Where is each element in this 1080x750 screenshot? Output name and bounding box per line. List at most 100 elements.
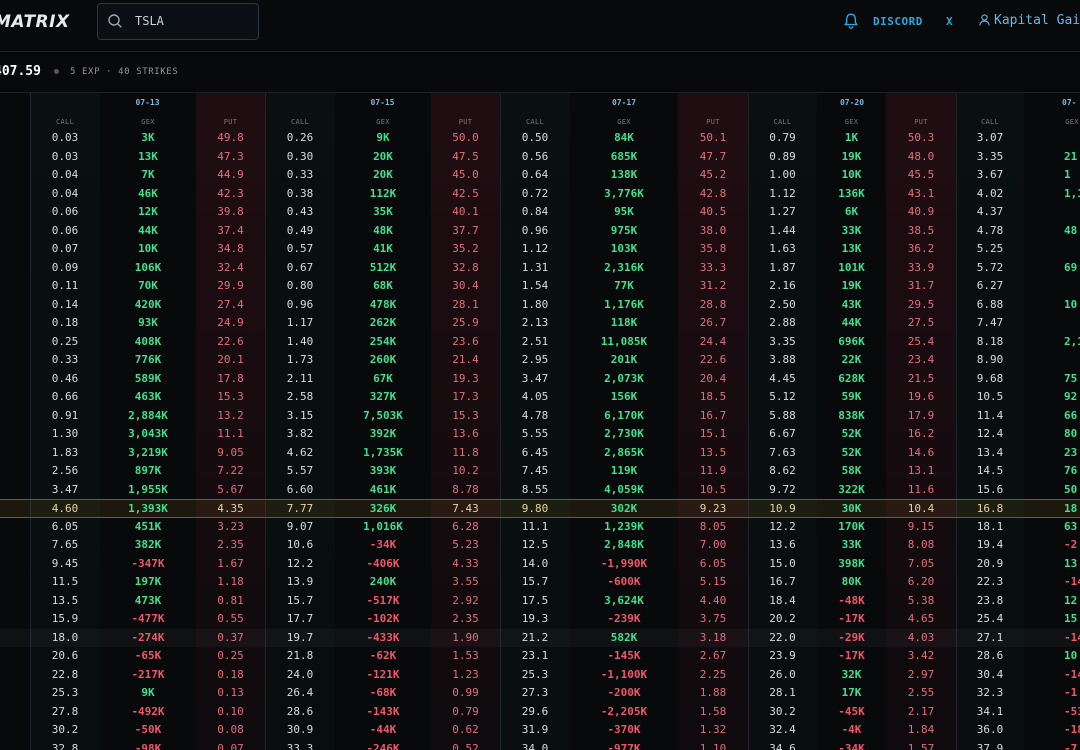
call-column-header: CALL xyxy=(55,118,75,126)
gex-cell: 21 xyxy=(1064,149,1078,163)
call-cell: 1.40 xyxy=(286,334,314,348)
gex-cell: 6,170K xyxy=(604,408,644,422)
put-cell: 33.9 xyxy=(907,260,935,274)
put-column-header: PUT xyxy=(706,118,720,126)
table-row[interactable]: 3.47 1,955K 5.67 6.60 461K 8.78 8.55 4,059K 10.5… xyxy=(0,481,1080,500)
table-row[interactable]: 7.65 382K 2.35 10.6 -34K 5.23 12.5 2,848K 7.00 13… xyxy=(0,536,1080,555)
gex-cell: -53 xyxy=(1064,704,1080,718)
gex-cell: 156K xyxy=(610,390,638,403)
call-cell: 0.03 xyxy=(51,131,79,144)
gex-cell: 1,955K xyxy=(128,482,168,496)
table-row[interactable]: 13.5 473K 0.81 15.7 -517K 2.92 17.5 3,624K 4.40 1… xyxy=(0,592,1080,611)
notifications-bell-icon[interactable] xyxy=(842,12,860,30)
put-cell: 17.9 xyxy=(907,408,935,422)
gex-cell: 12K xyxy=(138,205,158,218)
call-cell: 32.8 xyxy=(51,741,79,750)
gex-cell: 19K xyxy=(841,279,862,292)
table-row[interactable]: 0.91 2,884K 13.2 3.15 7,503K 15.3 4.78 6,170K 16… xyxy=(0,407,1080,426)
spot-price: 407.59 xyxy=(0,64,41,79)
table-row[interactable]: 0.18 93K 24.9 1.17 262K 25.9 2.13 118K 26.7 2.88 4… xyxy=(0,314,1080,333)
expiration-header[interactable]: 07-17 xyxy=(500,98,748,107)
call-cell: 0.25 xyxy=(51,334,79,348)
call-cell: 0.96 xyxy=(521,223,549,237)
table-row[interactable]: 0.06 44K 37.4 0.49 48K 37.7 0.96 975K 38.0 1.44 33… xyxy=(0,222,1080,241)
put-cell: 50.3 xyxy=(907,131,935,144)
discord-link[interactable]: DISCORD xyxy=(873,15,923,28)
table-row[interactable]: 18.0 -274K 0.37 19.7 -433K 1.90 21.2 582K 3.18 22… xyxy=(0,629,1080,648)
gex-cell: 473K xyxy=(134,593,162,607)
put-cell: 7.05 xyxy=(907,556,935,570)
gex-cell: 1,239K xyxy=(604,519,644,533)
put-cell: 7.22 xyxy=(217,464,244,477)
expiration-header[interactable]: 07-15 xyxy=(265,98,500,107)
gex-cell: 13K xyxy=(138,149,158,163)
table-row[interactable]: 22.8 -217K 0.18 24.0 -121K 1.23 25.3 -1,100K 2.2… xyxy=(0,666,1080,685)
table-row[interactable]: 30.2 -50K 0.08 30.9 -44K 0.62 31.9 -370K 1.32 32.… xyxy=(0,721,1080,740)
call-cell: 13.5 xyxy=(51,593,79,607)
gex-cell: -17K xyxy=(838,649,865,662)
table-row[interactable]: 1.83 3,219K 9.05 4.62 1,735K 11.8 6.45 2,865K 13… xyxy=(0,444,1080,463)
table-row[interactable]: 2.56 897K 7.22 5.57 393K 10.2 7.45 119K 11.9 8.62… xyxy=(0,462,1080,481)
gex-cell: -1,990K xyxy=(600,556,648,570)
gex-cell: 3,219K xyxy=(128,445,168,459)
gex-cell: 420K xyxy=(134,297,162,311)
call-cell: 27.1 xyxy=(976,630,1004,644)
table-row[interactable]: 0.09 106K 32.4 0.67 512K 32.8 1.31 2,316K 33.3 1.… xyxy=(0,259,1080,278)
gex-cell: 11,085K xyxy=(600,334,648,348)
table-row[interactable]: 32.8 -98K 0.07 33.3 -246K 0.52 34.0 -977K 1.10 34… xyxy=(0,740,1080,750)
put-cell: 14.6 xyxy=(907,445,935,459)
gex-cell: 1,1 xyxy=(1064,186,1080,200)
expiration-header[interactable]: 07-20 xyxy=(748,98,956,107)
atm-strike-row[interactable]: 4.60 1,393K 4.35 7.77 326K 7.43 9.80 302K 9.23 10… xyxy=(0,499,1080,518)
table-row[interactable]: 27.8 -492K 0.10 28.6 -143K 0.79 29.6 -2,205K 1.5… xyxy=(0,703,1080,722)
table-row[interactable]: 0.11 70K 29.9 0.80 68K 30.4 1.54 77K 31.2 2.16 19K… xyxy=(0,277,1080,296)
table-row[interactable]: 0.07 10K 34.8 0.57 41K 35.2 1.12 103K 35.8 1.63 13… xyxy=(0,240,1080,259)
gex-cell: 9K xyxy=(141,686,155,699)
put-cell: 44.9 xyxy=(217,168,244,181)
user-menu[interactable]: Kapital Gai xyxy=(979,13,1080,28)
call-cell: 0.11 xyxy=(51,279,79,292)
table-row[interactable]: 15.9 -477K 0.55 17.7 -102K 2.35 19.3 -239K 3.75 2… xyxy=(0,610,1080,629)
call-cell: 11.4 xyxy=(976,408,1004,422)
call-cell: 7.63 xyxy=(769,445,796,459)
put-cell: 37.7 xyxy=(452,223,479,237)
gex-cell: 838K xyxy=(838,408,865,422)
table-row[interactable]: 9.45 -347K 1.67 12.2 -406K 4.33 14.0 -1,990K 6.0… xyxy=(0,555,1080,574)
search-input[interactable]: TSLA xyxy=(97,3,259,40)
x-link[interactable]: X xyxy=(946,15,953,28)
table-row[interactable]: 0.04 7K 44.9 0.33 20K 45.0 0.64 138K 45.2 1.00 10K… xyxy=(0,166,1080,185)
gex-cell: 7K xyxy=(141,168,155,181)
table-row[interactable]: 6.05 451K 3.23 9.07 1,016K 6.28 11.1 1,239K 8.05… xyxy=(0,518,1080,537)
table-row[interactable]: 20.6 -65K 0.25 21.8 -62K 1.53 23.1 -145K 2.67 23.… xyxy=(0,647,1080,666)
table-row[interactable]: 1.30 3,043K 11.1 3.82 392K 13.6 5.55 2,730K 15.1… xyxy=(0,425,1080,444)
gex-cell: -48K xyxy=(838,593,865,607)
table-row[interactable]: 0.03 3K 49.8 0.26 9K 50.0 0.50 84K 50.1 0.79 1K 50.… xyxy=(0,129,1080,148)
table-row[interactable]: 0.06 12K 39.8 0.43 35K 40.1 0.84 95K 40.5 1.27 6K 4… xyxy=(0,203,1080,222)
table-row[interactable]: 0.46 589K 17.8 2.11 67K 19.3 3.47 2,073K 20.4 4.4… xyxy=(0,370,1080,389)
call-cell: 15.9 xyxy=(51,612,79,625)
table-row[interactable]: 0.14 420K 27.4 0.96 478K 28.1 1.80 1,176K 28.8 2.… xyxy=(0,296,1080,315)
table-row[interactable]: 0.25 408K 22.6 1.40 254K 23.6 2.51 11,085K 24.4 3… xyxy=(0,333,1080,352)
gex-cell: 70K xyxy=(138,279,158,292)
table-row[interactable]: 0.33 776K 20.1 1.73 260K 21.4 2.95 201K 22.6 3.88… xyxy=(0,351,1080,370)
gex-cell: 76 xyxy=(1064,464,1078,477)
table-row[interactable]: 0.03 13K 47.3 0.30 20K 47.5 0.56 685K 47.7 0.89 19… xyxy=(0,148,1080,167)
expiration-header[interactable]: 07-13 xyxy=(30,98,265,107)
table-row[interactable]: 0.04 46K 42.3 0.38 112K 42.5 0.72 3,776K 42.8 1.1… xyxy=(0,185,1080,204)
table-row[interactable]: 25.3 9K 0.13 26.4 -68K 0.99 27.3 -200K 1.88 28.1 1… xyxy=(0,684,1080,703)
gex-cell: -14 xyxy=(1064,630,1080,644)
gex-cell: 106K xyxy=(134,260,162,274)
gex-cell: 46K xyxy=(138,186,158,200)
gex-cell: 84K xyxy=(614,131,634,144)
app-logo[interactable]: MATRIX xyxy=(0,12,70,32)
call-cell: 22.8 xyxy=(51,667,79,681)
call-cell: 30.2 xyxy=(51,723,79,736)
call-cell: 0.89 xyxy=(769,149,796,163)
call-cell: 0.96 xyxy=(286,297,314,311)
call-cell: 17.7 xyxy=(286,612,314,625)
table-row[interactable]: 0.66 463K 15.3 2.58 327K 17.3 4.05 156K 18.5 5.12… xyxy=(0,388,1080,407)
table-row[interactable]: 11.5 197K 1.18 13.9 240K 3.55 15.7 -600K 5.15 16.… xyxy=(0,573,1080,592)
expiration-header[interactable]: 07- xyxy=(1062,98,1076,107)
gex-cell: 66 xyxy=(1064,408,1078,422)
gex-cell: 80 xyxy=(1064,427,1078,440)
